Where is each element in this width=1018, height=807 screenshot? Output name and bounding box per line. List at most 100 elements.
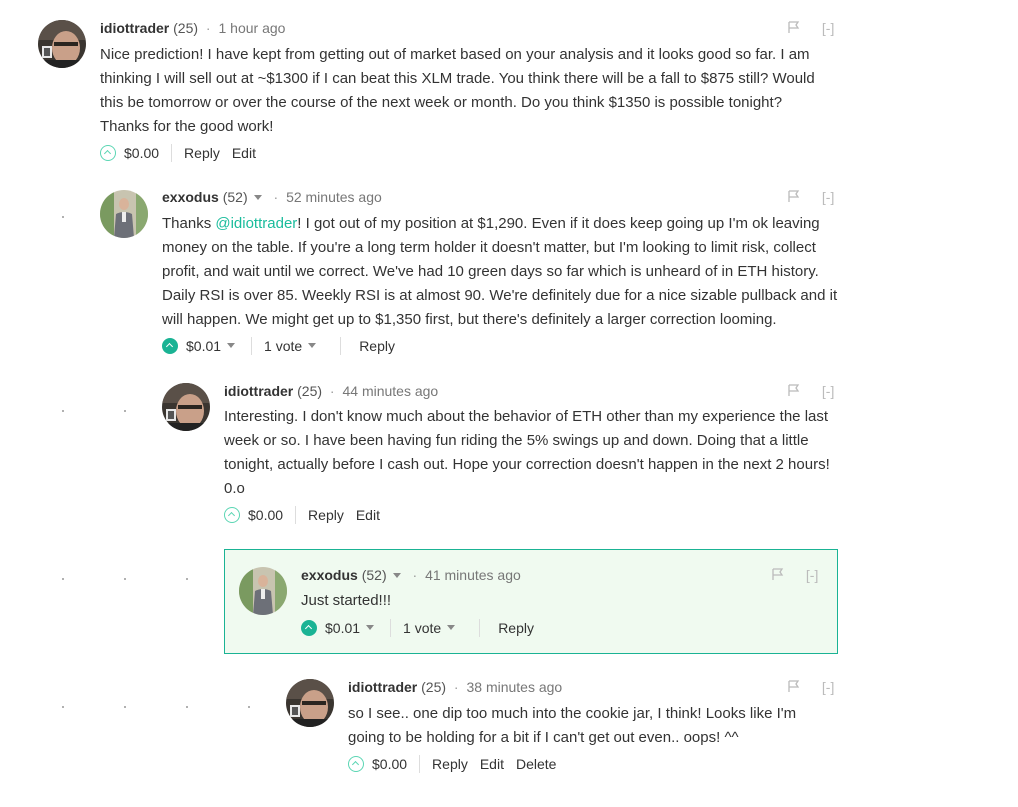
payout-amount[interactable]: $0.01: [186, 336, 221, 356]
comment-tools: [-]: [772, 565, 818, 585]
chevron-down-icon[interactable]: [253, 194, 262, 200]
payout-amount[interactable]: $0.00: [372, 754, 407, 774]
comment-tools: [-]: [788, 677, 834, 697]
avatar[interactable]: [162, 383, 210, 431]
comment-header: idiottrader (25) · 38 minutes ago: [348, 677, 562, 697]
thread-dot: [124, 578, 126, 580]
thread-dot: [248, 706, 250, 708]
comment-tools: [-]: [788, 18, 834, 38]
author-reputation: (25): [173, 20, 199, 36]
comment-footer: $0.00 Reply Edit: [224, 504, 380, 525]
body-text: Thanks: [162, 215, 216, 232]
reply-link[interactable]: Reply: [308, 505, 344, 525]
author-reputation: (25): [297, 383, 323, 399]
comment-body: Thanks @idiottrader! I got out of my pos…: [162, 212, 842, 332]
collapse-toggle[interactable]: [-]: [822, 679, 834, 695]
comment-footer: $0.00 Reply Edit Delete: [348, 753, 556, 774]
timestamp[interactable]: 52 minutes ago: [286, 189, 382, 205]
author-name[interactable]: idiottrader: [224, 383, 293, 399]
separator-dot: ·: [273, 189, 279, 205]
divider: [251, 337, 253, 356]
author-reputation: (52): [361, 567, 387, 583]
thread-dot: [62, 410, 64, 412]
chevron-down-icon[interactable]: [366, 624, 375, 630]
flag-icon[interactable]: [788, 678, 800, 698]
timestamp[interactable]: 1 hour ago: [218, 20, 285, 36]
reply-link[interactable]: Reply: [432, 754, 468, 774]
separator-dot: ·: [205, 20, 211, 36]
comment-footer: $0.01 1 vote Reply: [301, 617, 534, 638]
chevron-down-icon[interactable]: [392, 572, 401, 578]
thread-dot: [124, 410, 126, 412]
comment-footer: $0.00 Reply Edit: [100, 142, 256, 163]
divider: [390, 619, 392, 638]
vote-count[interactable]: 1 vote: [264, 336, 302, 356]
thread-dot: [62, 706, 64, 708]
reply-link[interactable]: Reply: [498, 618, 534, 638]
delete-link[interactable]: Delete: [516, 754, 556, 774]
thread-dot: [62, 216, 64, 218]
flag-icon[interactable]: [788, 19, 800, 39]
collapse-toggle[interactable]: [-]: [822, 189, 834, 205]
divider: [479, 619, 481, 638]
author-name[interactable]: exxodus: [162, 189, 219, 205]
upvote-icon[interactable]: [348, 756, 364, 773]
flag-icon[interactable]: [772, 566, 784, 586]
upvote-icon[interactable]: [100, 145, 116, 162]
comment-header: exxodus (52) · 41 minutes ago: [301, 565, 521, 585]
author-name[interactable]: idiottrader: [348, 679, 417, 695]
timestamp[interactable]: 38 minutes ago: [466, 679, 562, 695]
timestamp[interactable]: 44 minutes ago: [342, 383, 438, 399]
mention-link[interactable]: @idiottrader: [215, 215, 297, 232]
comment-header: exxodus (52) · 52 minutes ago: [162, 187, 382, 207]
comment-body: Nice prediction! I have kept from gettin…: [100, 46, 815, 135]
collapse-toggle[interactable]: [-]: [822, 20, 834, 36]
edit-link[interactable]: Edit: [480, 754, 504, 774]
separator-dot: ·: [329, 383, 335, 399]
author-name[interactable]: exxodus: [301, 567, 358, 583]
thread-dot: [186, 706, 188, 708]
timestamp[interactable]: 41 minutes ago: [425, 567, 521, 583]
chevron-down-icon[interactable]: [447, 624, 456, 630]
flag-icon[interactable]: [788, 382, 800, 402]
payout-amount[interactable]: $0.00: [248, 505, 283, 525]
comment-header: idiottrader (25) · 44 minutes ago: [224, 381, 438, 401]
vote-count[interactable]: 1 vote: [403, 618, 441, 638]
comment-tools: [-]: [788, 381, 834, 401]
comment-header: idiottrader (25) · 1 hour ago: [100, 18, 285, 38]
collapse-toggle[interactable]: [-]: [822, 383, 834, 399]
thread-dot: [124, 706, 126, 708]
thread-dot: [62, 578, 64, 580]
upvote-icon[interactable]: [301, 620, 317, 637]
payout-amount[interactable]: $0.00: [124, 143, 159, 163]
avatar[interactable]: [239, 567, 287, 615]
avatar[interactable]: [286, 679, 334, 727]
avatar[interactable]: [38, 20, 86, 68]
edit-link[interactable]: Edit: [356, 505, 380, 525]
flag-icon[interactable]: [788, 188, 800, 208]
divider: [340, 337, 342, 356]
author-reputation: (52): [222, 189, 248, 205]
separator-dot: ·: [412, 567, 418, 583]
reply-link[interactable]: Reply: [359, 336, 395, 356]
separator-dot: ·: [453, 679, 459, 695]
author-reputation: (25): [421, 679, 447, 695]
comment-footer: $0.01 1 vote Reply: [162, 335, 395, 356]
upvote-icon[interactable]: [162, 338, 178, 355]
divider: [419, 755, 421, 774]
avatar[interactable]: [100, 190, 148, 238]
divider: [171, 144, 173, 163]
comment-body: Just started!!!: [301, 592, 392, 609]
thread-dot: [186, 578, 188, 580]
chevron-down-icon[interactable]: [308, 342, 317, 348]
comment-tools: [-]: [788, 187, 834, 207]
author-name[interactable]: idiottrader: [100, 20, 169, 36]
chevron-down-icon[interactable]: [227, 342, 236, 348]
collapse-toggle[interactable]: [-]: [806, 567, 818, 583]
comment-body: so I see.. one dip too much into the coo…: [348, 705, 797, 746]
payout-amount[interactable]: $0.01: [325, 618, 360, 638]
edit-link[interactable]: Edit: [232, 143, 256, 163]
reply-link[interactable]: Reply: [184, 143, 220, 163]
divider: [295, 506, 297, 525]
upvote-icon[interactable]: [224, 507, 240, 524]
